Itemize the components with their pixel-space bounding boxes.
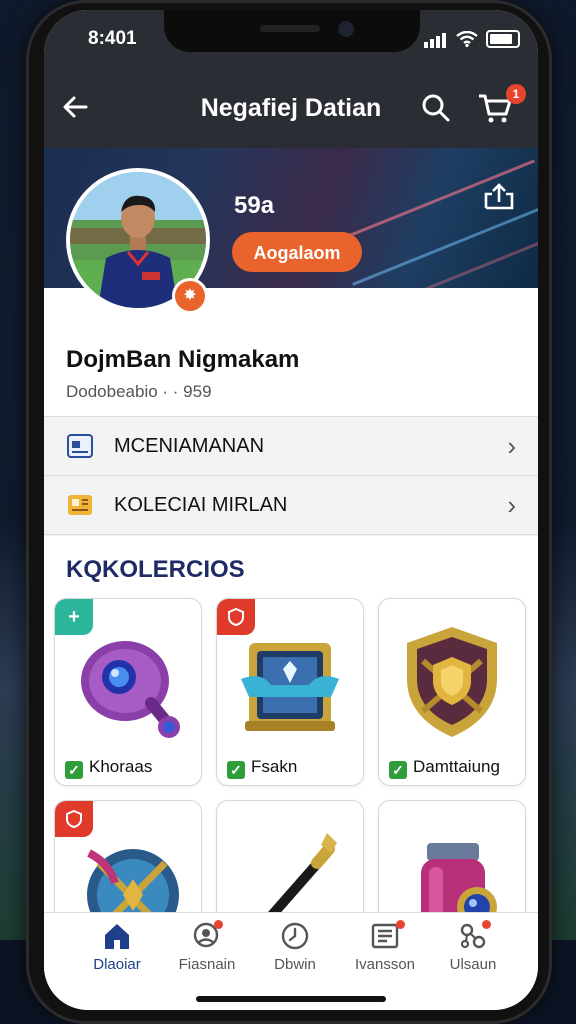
verified-badge-icon: ✸ — [172, 278, 208, 314]
menu-row-1[interactable]: KOLECIAI MIRLAN › — [44, 475, 538, 535]
nav-item-history[interactable]: Dbwin — [250, 918, 340, 973]
check-icon: ✓ — [65, 761, 83, 779]
clock-icon — [281, 922, 309, 950]
app-bar: Negafiej Datian 1 — [44, 70, 538, 148]
system-icons — [424, 30, 520, 48]
menu-label-0: MCENIAMANAN — [114, 435, 265, 457]
check-icon: ✓ — [389, 761, 407, 779]
follow-button[interactable]: Aogalaom — [232, 232, 362, 272]
notification-dot — [214, 920, 223, 929]
home-indicator — [196, 996, 386, 1002]
status-bar: 8:401 — [44, 10, 538, 70]
section-title: KQKOLERCIOS — [66, 556, 245, 584]
collection-card-0[interactable]: + ✓ Khoraas — [54, 598, 202, 786]
nav-item-list[interactable]: Ivansson — [340, 918, 430, 973]
section-logo: KQ — [66, 556, 102, 583]
page-title: Negafiej Datian — [200, 94, 382, 122]
menu-row-0[interactable]: MCENIAMANAN › — [44, 416, 538, 476]
nav-label-profile: Fiasnain — [178, 956, 236, 973]
collection-card-1[interactable]: ✓ Fsakn — [216, 598, 364, 786]
nav-label-history: Dbwin — [274, 956, 316, 973]
menu-label-1: KOLECIAI MIRLAN — [114, 494, 288, 516]
chevron-right-icon: › — [507, 431, 516, 461]
profile-stat: 59a — [234, 192, 275, 219]
status-time: 8:401 — [88, 28, 137, 49]
wifi-icon — [456, 31, 478, 47]
check-icon: ✓ — [227, 761, 245, 779]
battery-icon — [486, 30, 520, 48]
section-title-text: KOLERCIOS — [102, 556, 245, 583]
signal-icon — [424, 30, 448, 48]
orb-gauntlet-icon — [81, 641, 180, 738]
profile-subline: Dodobeabio · · 959 — [66, 382, 212, 401]
nav-item-profile[interactable]: Fiasnain — [162, 918, 252, 973]
id-card-icon — [67, 434, 93, 458]
share-icon[interactable] — [482, 182, 516, 212]
nav-label-list: Ivansson — [354, 956, 416, 973]
search-icon[interactable] — [420, 92, 452, 124]
nav-item-home[interactable]: Dlaoiar — [72, 918, 162, 973]
treasure-chest-icon — [241, 643, 339, 731]
nav-label-home: Dlaoiar — [93, 956, 141, 973]
camera-notch — [164, 10, 420, 52]
profile-name: DojmBan Nigmakam — [66, 346, 300, 373]
card-label-0: ✓ Khoraas — [65, 757, 152, 779]
collection-card-5[interactable] — [378, 800, 526, 930]
card-label-2: ✓ Damttaiung — [389, 757, 500, 779]
card-label-1: ✓ Fsakn — [227, 757, 297, 779]
nav-label-network: Ulsaun — [449, 956, 497, 973]
collection-card-4[interactable] — [216, 800, 364, 930]
collection-card-2[interactable]: ✓ Damttaiung — [378, 598, 526, 786]
home-icon — [105, 924, 129, 949]
notification-dot — [396, 920, 405, 929]
app-screen: 8:401 Negafiej Datian 1 59a Aogalaom ✸ D… — [44, 10, 538, 1010]
notification-dot — [482, 920, 491, 929]
cart-count-badge: 1 — [506, 84, 526, 104]
speaker-icon — [260, 25, 320, 32]
chevron-right-icon: › — [507, 490, 516, 520]
collection-card-3[interactable] — [54, 800, 202, 930]
collection-icon — [68, 495, 92, 515]
camera-icon — [338, 21, 354, 37]
shield-emblem-icon — [407, 627, 497, 737]
nav-item-network[interactable]: Ulsaun — [428, 918, 518, 973]
